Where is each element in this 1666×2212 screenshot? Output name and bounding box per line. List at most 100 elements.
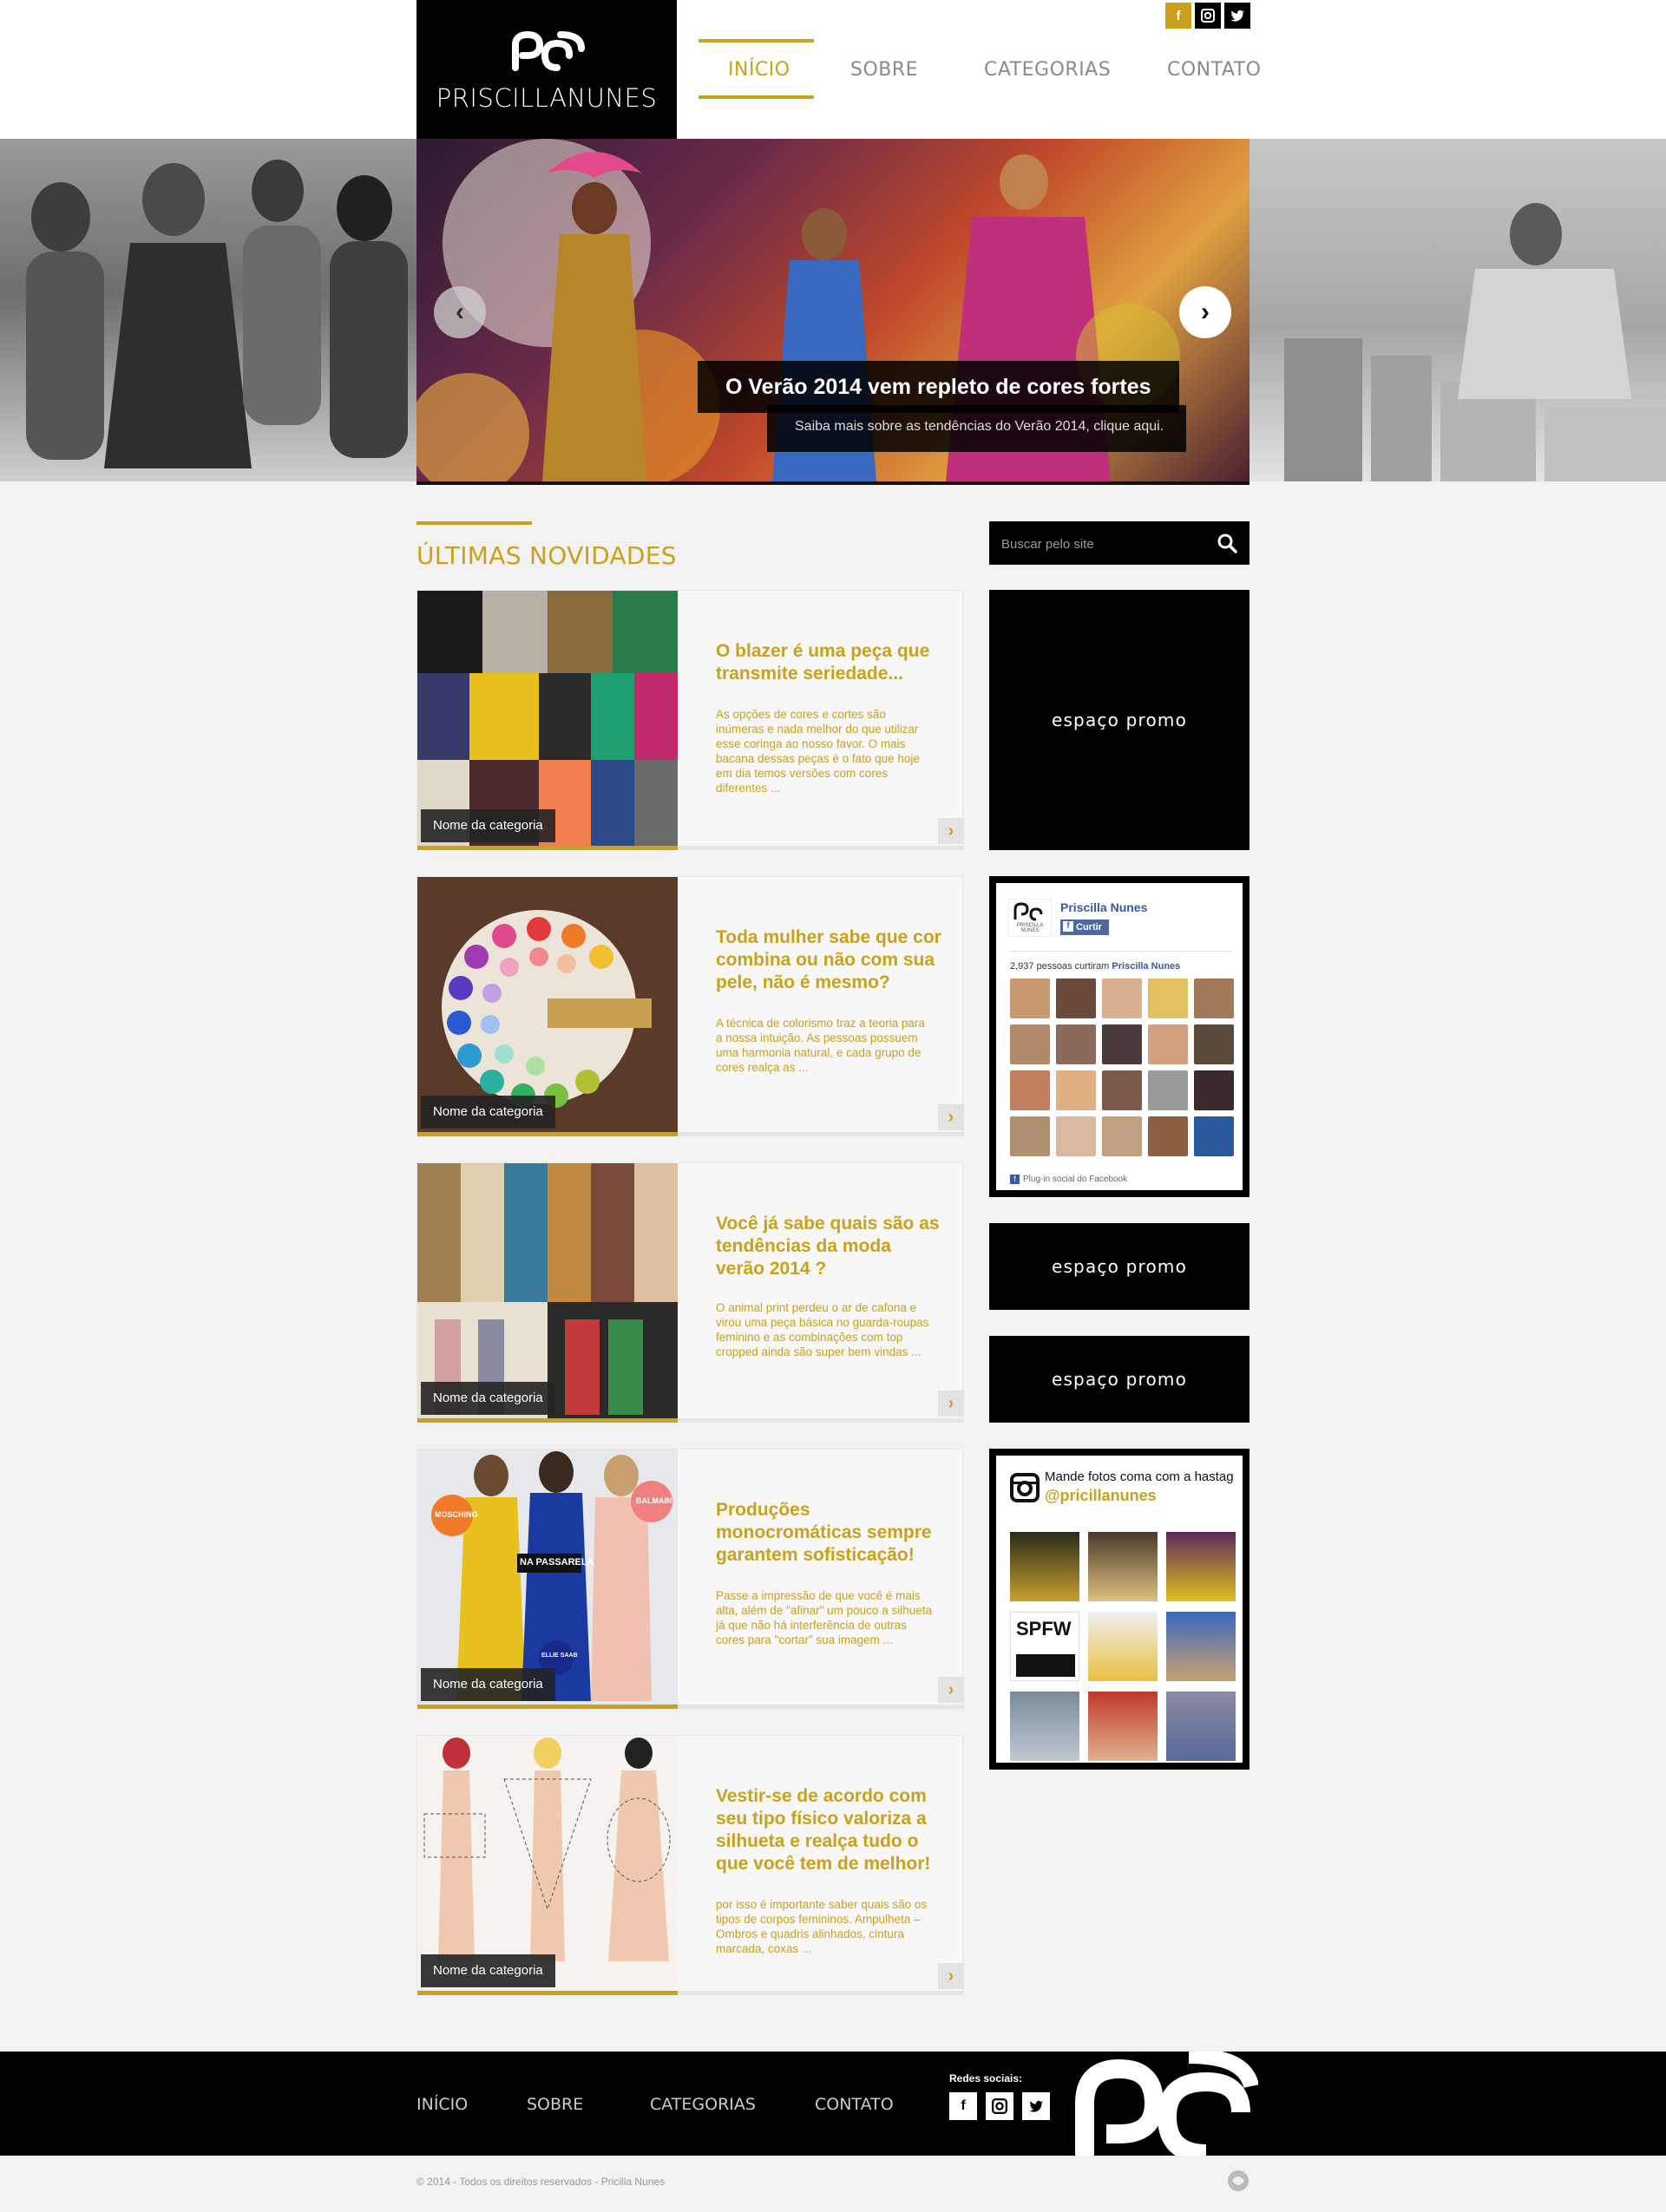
read-more-arrow-icon[interactable]: › [938, 1963, 964, 1989]
fan-avatar[interactable] [1194, 1070, 1234, 1110]
post-accent-bar [417, 1991, 678, 1995]
search-box [989, 521, 1250, 565]
facebook-plugin-footer[interactable]: f Plug-in social do Facebook [1010, 1175, 1127, 1184]
instagram-photo[interactable] [1166, 1692, 1236, 1761]
studio-credit-icon[interactable] [1226, 2169, 1250, 2193]
fan-avatar[interactable] [1010, 1070, 1050, 1110]
fan-avatar[interactable] [1010, 1024, 1050, 1064]
instagram-photo[interactable] [1088, 1532, 1158, 1601]
post-image[interactable]: MOSCHINO BALMAIN NA PASSARELA ELLIE SAAB… [417, 1450, 678, 1705]
hero-side-image-right [1250, 139, 1666, 481]
facebook-icon: f [1063, 921, 1073, 932]
post-bottom-bar [678, 1132, 964, 1136]
post-card[interactable]: MOSCHINO BALMAIN NA PASSARELA ELLIE SAAB… [416, 1449, 964, 1709]
fan-avatar[interactable] [1102, 1070, 1142, 1110]
facebook-icon: f [1010, 1175, 1020, 1184]
twitter-icon[interactable] [1224, 3, 1250, 29]
read-more-arrow-icon[interactable]: › [938, 818, 964, 844]
facebook-page-name[interactable]: Priscilla Nunes [1060, 900, 1147, 914]
fan-avatar[interactable] [1056, 978, 1096, 1018]
facebook-like-button[interactable]: f Curtir [1060, 919, 1109, 935]
fan-avatar[interactable] [1056, 1024, 1096, 1064]
post-accent-bar [417, 846, 678, 850]
fan-avatar[interactable] [1194, 1116, 1234, 1156]
post-excerpt: O animal print perdeu o ar de cafona e v… [716, 1301, 929, 1358]
instagram-photo[interactable] [1010, 1532, 1079, 1601]
fan-avatar[interactable] [1194, 978, 1234, 1018]
footer-nav-categorias[interactable]: CATEGORIAS [650, 2095, 756, 2114]
slider-next-button[interactable]: › [1179, 286, 1231, 338]
post-card[interactable]: Nome da categoria Toda mulher sabe que c… [416, 876, 964, 1136]
post-category-label[interactable]: Nome da categoria [421, 1096, 555, 1129]
instagram-icon[interactable] [1195, 3, 1221, 29]
instagram-icon[interactable] [986, 2092, 1013, 2120]
post-card[interactable]: Nome da categoria Vestir-se de acordo co… [416, 1735, 964, 1995]
facebook-icon[interactable]: f [949, 2092, 977, 2120]
footer-nav-contato[interactable]: CONTATO [815, 2095, 894, 2114]
post-image[interactable]: Nome da categoria [417, 1736, 678, 1991]
facebook-fan-faces [1010, 978, 1239, 1156]
post-title[interactable]: O blazer é uma peça que transmite seried… [716, 640, 941, 685]
instagram-photo[interactable] [1088, 1612, 1158, 1681]
post-title[interactable]: Vestir-se de acordo com seu tipo físico … [716, 1785, 941, 1875]
post-image[interactable]: Nome da categoria [417, 1163, 678, 1418]
fan-avatar[interactable] [1010, 978, 1050, 1018]
post-title[interactable]: Produções monocromáticas sempre garantem… [716, 1499, 941, 1567]
fan-avatar[interactable] [1102, 1024, 1142, 1064]
site-header [0, 0, 1666, 139]
promo-banner-large[interactable]: espaço promo [989, 590, 1250, 850]
fan-avatar[interactable] [1148, 978, 1188, 1018]
instagram-photo[interactable] [1088, 1692, 1158, 1761]
post-title[interactable]: Você já sabe quais são as tendências da … [716, 1213, 941, 1280]
promo-banner-small-1[interactable]: espaço promo [989, 1223, 1250, 1310]
nav-active-indicator-bottom [699, 95, 814, 99]
instagram-photo[interactable] [1166, 1612, 1236, 1681]
nav-sobre[interactable]: SOBRE [850, 59, 918, 85]
instagram-photo[interactable] [1010, 1692, 1079, 1761]
post-category-label[interactable]: Nome da categoria [421, 1382, 555, 1415]
read-more-arrow-icon[interactable]: › [938, 1677, 964, 1703]
slider-prev-button[interactable]: ‹ [434, 286, 486, 338]
runway-collage-image [417, 1163, 678, 1418]
post-excerpt: A técnica de colorismo traz a teoria par… [716, 1017, 925, 1074]
read-more-arrow-icon[interactable]: › [938, 1391, 964, 1417]
promo-banner-small-2[interactable]: espaço promo [989, 1336, 1250, 1423]
color-wheel-image [417, 877, 678, 1132]
nav-contato[interactable]: CONTATO [1167, 59, 1261, 85]
fan-avatar[interactable] [1194, 1024, 1234, 1064]
instagram-handle[interactable]: @pricillanunes [1045, 1487, 1157, 1505]
logo[interactable]: PRISCILLANUNES [416, 0, 677, 139]
post-card[interactable]: Nome da categoria O blazer é uma peça qu… [416, 590, 964, 850]
post-card[interactable]: Nome da categoria Você já sabe quais são… [416, 1162, 964, 1423]
facebook-like-count-name[interactable]: Priscilla Nunes [1112, 961, 1180, 972]
search-icon[interactable] [1217, 533, 1237, 553]
read-more-arrow-icon[interactable]: › [938, 1104, 964, 1130]
post-category-label[interactable]: Nome da categoria [421, 809, 555, 842]
facebook-like-count: 2,937 pessoas curtiram Priscilla Nunes [1010, 961, 1180, 972]
nav-categorias[interactable]: CATEGORIAS [984, 59, 1111, 85]
post-image[interactable]: Nome da categoria [417, 591, 678, 846]
fan-avatar[interactable] [1102, 978, 1142, 1018]
footer-nav-inicio[interactable]: INÍCIO [416, 2095, 468, 2114]
twitter-icon[interactable] [1022, 2092, 1050, 2120]
fan-avatar[interactable] [1056, 1070, 1096, 1110]
instagram-photo-block [1016, 1654, 1075, 1677]
fan-avatar[interactable] [1010, 1116, 1050, 1156]
post-category-label[interactable]: Nome da categoria [421, 1668, 555, 1701]
instagram-photo[interactable]: SPFW [1010, 1612, 1079, 1681]
fan-avatar[interactable] [1148, 1024, 1188, 1064]
facebook-icon[interactable]: f [1165, 3, 1191, 29]
post-category-label[interactable]: Nome da categoria [421, 1954, 555, 1987]
search-input[interactable] [1001, 533, 1201, 554]
post-title[interactable]: Toda mulher sabe que cor combina ou não … [716, 926, 941, 994]
instagram-photo[interactable] [1166, 1532, 1236, 1601]
footer-logo-mark-icon [1075, 2052, 1258, 2156]
fan-avatar[interactable] [1148, 1116, 1188, 1156]
nav-inicio[interactable]: INÍCIO [728, 59, 790, 85]
slider-caption-subtitle[interactable]: Saiba mais sobre as tendências do Verão … [767, 405, 1187, 452]
fan-avatar[interactable] [1102, 1116, 1142, 1156]
fan-avatar[interactable] [1056, 1116, 1096, 1156]
footer-nav-sobre[interactable]: SOBRE [527, 2095, 583, 2114]
fan-avatar[interactable] [1148, 1070, 1188, 1110]
post-image[interactable]: Nome da categoria [417, 877, 678, 1132]
